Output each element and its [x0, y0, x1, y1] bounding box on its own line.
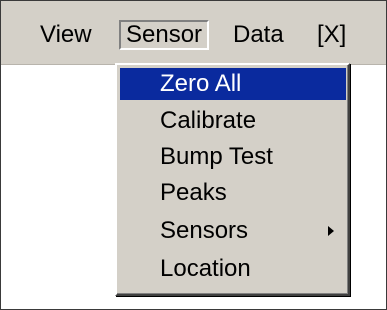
menu-close[interactable]: [X]	[311, 20, 352, 50]
menu-item-label: Peaks	[160, 179, 227, 206]
sensor-dropdown-menu: Zero All Calibrate Bump Test Peaks Senso…	[115, 63, 350, 296]
menu-item-zero-all[interactable]: Zero All	[120, 68, 346, 100]
chevron-right-icon	[328, 226, 334, 236]
menu-sensor[interactable]: Sensor	[119, 20, 210, 50]
menu-view[interactable]: View	[34, 20, 98, 50]
menu-item-label: Zero All	[160, 70, 242, 97]
menu-item-label: Location	[160, 255, 251, 282]
app-window: View Sensor Data [X] Zero All Calibrate …	[0, 0, 387, 310]
menu-item-label: Bump Test	[160, 143, 273, 170]
menu-item-location[interactable]: Location	[120, 253, 346, 285]
menu-item-calibrate[interactable]: Calibrate	[120, 105, 346, 137]
menu-item-label: Calibrate	[160, 107, 257, 134]
menu-data[interactable]: Data	[227, 20, 290, 50]
menu-item-label: Sensors	[160, 217, 249, 244]
menu-item-sensors[interactable]: Sensors	[120, 215, 346, 247]
menu-item-peaks[interactable]: Peaks	[120, 177, 346, 209]
menu-bar: View Sensor Data [X]	[1, 1, 386, 65]
menu-item-bump-test[interactable]: Bump Test	[120, 141, 346, 173]
